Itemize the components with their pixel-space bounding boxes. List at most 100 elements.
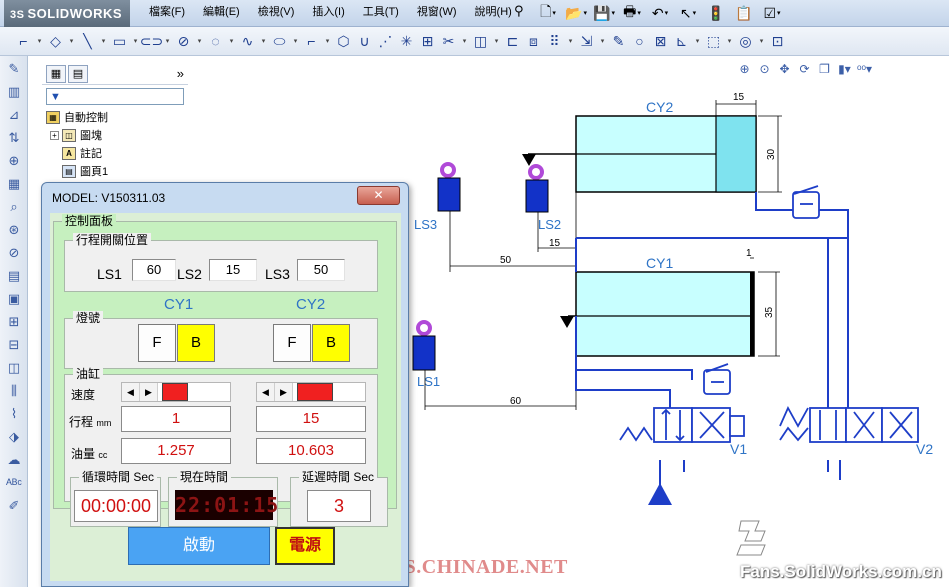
sketch-icon[interactable]: ⌐	[14, 30, 33, 52]
pin-icon[interactable]: ⚲	[514, 3, 524, 19]
menu-window[interactable]: 視窗(W)	[408, 0, 466, 27]
cy1-stroke-value[interactable]: 1	[121, 406, 231, 432]
spline-icon[interactable]: ∿	[238, 30, 257, 52]
hide-show-icon[interactable]: ᵒᵒ▾	[856, 60, 873, 77]
expand-icon[interactable]: +	[50, 130, 59, 140]
auto-balloon-icon[interactable]: ⬗	[4, 427, 24, 447]
print-icon[interactable]: 🖶 ▾	[620, 2, 644, 24]
instant2d-icon[interactable]: ⊡	[768, 30, 787, 52]
revision-cloud-icon[interactable]: ☁	[4, 450, 24, 470]
save-icon[interactable]: 💾 ▾	[592, 2, 616, 24]
ls1-input[interactable]: 60	[132, 259, 176, 281]
arrow-right-icon[interactable]: ▶	[140, 383, 158, 401]
ls2-input[interactable]: 15	[209, 259, 257, 281]
chevron-down-icon[interactable]: ▾	[195, 30, 204, 52]
cylinder-cy1[interactable]	[568, 271, 755, 357]
chevron-down-icon[interactable]: ▾	[757, 30, 766, 52]
cy2-stroke-value[interactable]: 15	[256, 406, 366, 432]
block-icon[interactable]: ▣	[4, 289, 24, 309]
limit-switch-ls2[interactable]	[525, 164, 549, 213]
start-button[interactable]: 啟動	[128, 527, 270, 565]
file-properties-icon[interactable]: 📋	[732, 2, 756, 24]
chevron-down-icon[interactable]: ▾	[492, 30, 501, 52]
weld-symbol-icon[interactable]: ⇅	[4, 128, 24, 148]
fillet-icon[interactable]: ⌐	[302, 30, 321, 52]
format-painter-icon[interactable]: ✐	[4, 496, 24, 516]
text-icon[interactable]: ⊞	[418, 30, 437, 52]
tree-item-annotations[interactable]: A 註記	[42, 144, 188, 162]
slider-thumb[interactable]	[297, 383, 333, 401]
filter-input[interactable]: ▼	[46, 88, 184, 105]
hole-callout-icon[interactable]: ⊕	[4, 151, 24, 171]
chevron-down-icon[interactable]: ▾	[566, 30, 575, 52]
linear-pattern-icon[interactable]: ⠿	[545, 30, 564, 52]
ellipse-icon[interactable]: ⬭	[270, 30, 289, 52]
chevron-down-icon[interactable]: ▾	[227, 30, 236, 52]
chevron-down-icon[interactable]: ▾	[67, 30, 76, 52]
slot-icon[interactable]: ⊂⊃	[140, 30, 163, 52]
revision-icon[interactable]: ⊘	[4, 243, 24, 263]
cy1-forward-lamp[interactable]: F	[138, 324, 176, 362]
pen-icon[interactable]: ✎	[609, 30, 628, 52]
layer-icon[interactable]: ◫	[4, 358, 24, 378]
rectangle-icon[interactable]: ▭	[110, 30, 129, 52]
rapid-sketch-icon[interactable]: ⬚	[704, 30, 723, 52]
tree-item-blocks[interactable]: + ◫ 圖塊	[42, 126, 188, 144]
chevron-down-icon[interactable]: ▾	[291, 30, 300, 52]
repair-sketch-icon[interactable]: ⊠	[651, 30, 670, 52]
cy2-speed-slider[interactable]: ◀ ▶	[256, 382, 366, 402]
menu-edit[interactable]: 編輯(E)	[194, 0, 249, 27]
sketch-picture-icon[interactable]: ◎	[736, 30, 755, 52]
select-pointer-icon[interactable]: ↖ ▾	[676, 2, 700, 24]
line-icon[interactable]: ╲	[78, 30, 97, 52]
chevron-down-icon[interactable]: ▾	[35, 30, 44, 52]
mirror-icon[interactable]: ⧈	[524, 30, 543, 52]
rebuild-traffic-light-icon[interactable]: 🚦	[704, 2, 728, 24]
geometric-tolerance-icon[interactable]: ▦	[4, 174, 24, 194]
surface-finish-icon[interactable]: ⊿	[4, 105, 24, 125]
power-button[interactable]: 電源	[275, 527, 335, 565]
delay-time-input[interactable]: 3	[307, 490, 371, 522]
chevron-down-icon[interactable]: ▾	[99, 30, 108, 52]
cy1-speed-slider[interactable]: ◀ ▶	[121, 382, 231, 402]
zoom-to-fit-icon[interactable]: ⊕	[736, 60, 753, 77]
polygon-icon[interactable]: ⬡	[334, 30, 353, 52]
parabola-icon[interactable]: ∪	[355, 30, 374, 52]
cy2-forward-lamp[interactable]: F	[273, 324, 311, 362]
chevron-right-icon[interactable]: »	[177, 66, 184, 81]
close-button[interactable]: ✕	[357, 186, 400, 205]
feature-tree-tab-icon[interactable]: ▦	[46, 64, 66, 83]
rotate-icon[interactable]: ⟳	[796, 60, 813, 77]
arrow-left-icon[interactable]: ◀	[122, 383, 140, 401]
tree-item-sheet[interactable]: ▤ 圖頁1	[42, 162, 188, 180]
solidworks-logo[interactable]: 3S SOLIDWORKS	[4, 0, 130, 27]
chevron-down-icon[interactable]: ▾	[163, 30, 172, 52]
menu-view[interactable]: 檢視(V)	[249, 0, 304, 27]
tree-root[interactable]: ▦ 自動控制	[42, 108, 188, 126]
circle-icon[interactable]: ⊘	[174, 30, 193, 52]
menu-tools[interactable]: 工具(T)	[354, 0, 408, 27]
balloon-icon[interactable]: ▥	[4, 82, 24, 102]
menu-help[interactable]: 說明(H)	[466, 0, 521, 27]
quick-snaps-icon[interactable]: ⊾	[672, 30, 691, 52]
pan-icon[interactable]: ✥	[776, 60, 793, 77]
open-folder-icon[interactable]: 📂 ▾	[564, 2, 588, 24]
undo-icon[interactable]: ↶ ▾	[648, 2, 672, 24]
limit-switch-ls3[interactable]	[437, 162, 461, 212]
smart-dimension-icon[interactable]: ◇	[46, 30, 65, 52]
new-document-icon[interactable]: 🗋 ▾	[536, 2, 560, 24]
move-entities-icon[interactable]: ⇲	[577, 30, 596, 52]
valve-v2[interactable]	[779, 405, 919, 443]
limit-switch-ls1[interactable]	[412, 320, 436, 371]
point-icon[interactable]: ⋰	[376, 30, 395, 52]
centerline-icon[interactable]: ✳	[397, 30, 416, 52]
menu-insert[interactable]: 插入(I)	[303, 0, 353, 27]
chevron-down-icon[interactable]: ▾	[598, 30, 607, 52]
zoom-to-area-icon[interactable]: ⊙	[756, 60, 773, 77]
property-manager-tab-icon[interactable]: ▤	[68, 64, 88, 83]
magnet-line-icon[interactable]: ⫼	[4, 381, 24, 401]
valve-v1[interactable]	[619, 407, 745, 443]
area-hatch-icon[interactable]: ▤	[4, 266, 24, 286]
cy2-backward-lamp[interactable]: B	[312, 324, 350, 362]
chevron-down-icon[interactable]: ▾	[259, 30, 268, 52]
